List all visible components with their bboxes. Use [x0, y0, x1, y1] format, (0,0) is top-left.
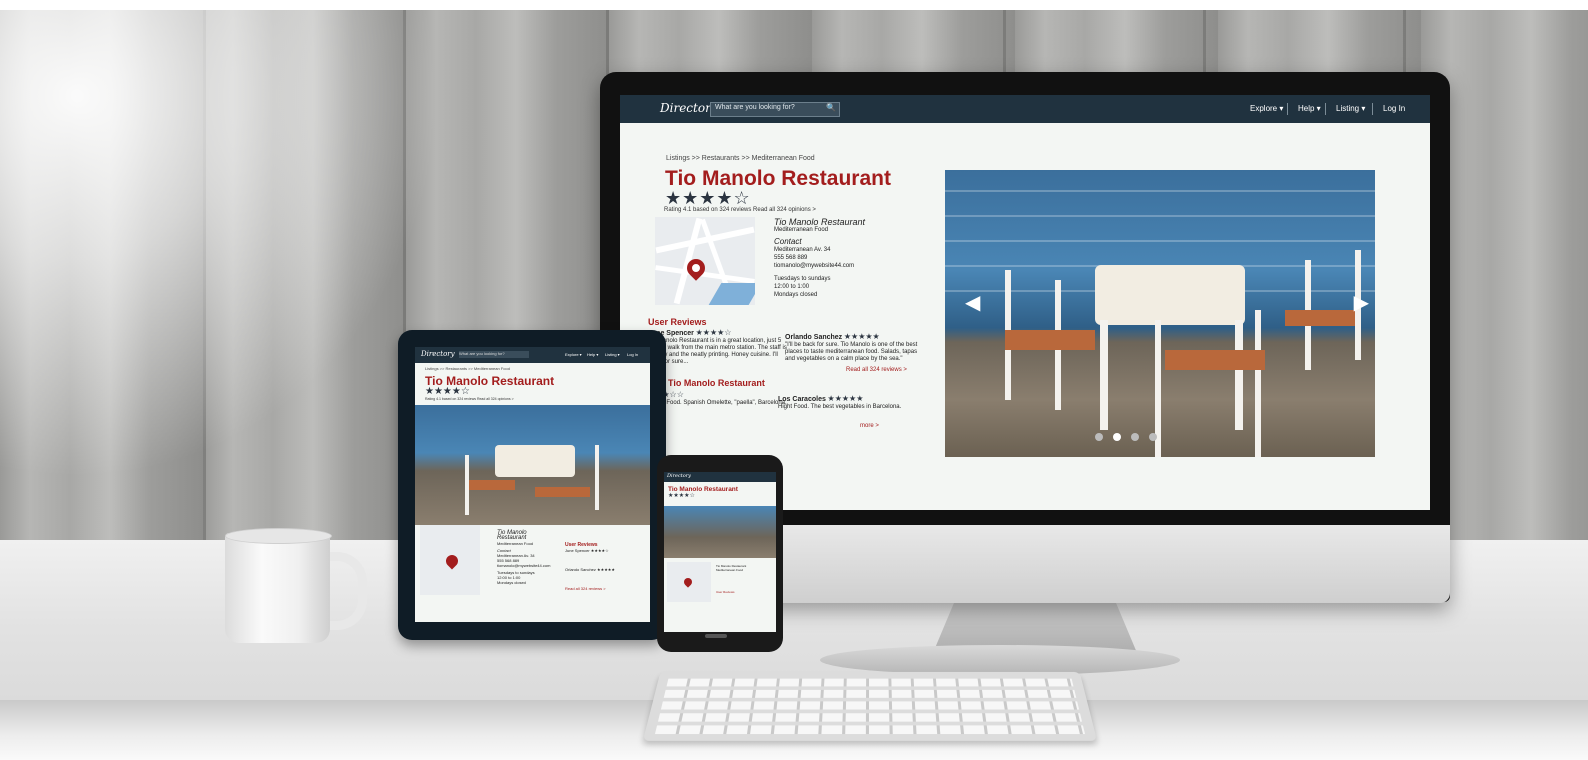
nav-separator: [1372, 103, 1373, 115]
info-address: Mediterranean Av. 34: [774, 247, 831, 253]
workspace-scene: Directory What are you looking for? 🔍 Ex…: [0, 0, 1588, 760]
search-input[interactable]: What are you looking for?: [459, 351, 529, 358]
rating-summary[interactable]: Rating 4.1 based on 324 reviews Read all…: [664, 207, 816, 213]
nav-explore[interactable]: Explore ▾: [1250, 104, 1283, 113]
rating-stars: ★★★★☆: [665, 188, 751, 208]
brand-logo[interactable]: Directory: [660, 101, 718, 115]
nav-separator: [1325, 103, 1326, 115]
monitor-screen: Directory What are you looking for? 🔍 Ex…: [620, 95, 1430, 510]
nav-login[interactable]: Log In: [627, 352, 638, 357]
similar-item[interactable]: ★★★☆☆ anean Food. Spanish Omelette, "pae…: [648, 391, 788, 407]
nav-separator: [1287, 103, 1288, 115]
tablet-reviews: User Reviews June Spencer ★★★★☆ Orlando …: [565, 543, 645, 592]
review-item: June Spencer ★★★★☆ Tio Manolo Restaurant…: [648, 328, 787, 366]
carousel-dots[interactable]: [1095, 428, 1167, 446]
nav-explore[interactable]: Explore ▾: [565, 352, 582, 357]
location-map[interactable]: [655, 217, 755, 305]
nav-listing[interactable]: Listing ▾: [605, 352, 620, 357]
carousel-prev-icon[interactable]: ◀: [965, 290, 980, 315]
mug-rim: [225, 528, 332, 544]
rating-stars: ★★★★☆: [425, 386, 470, 397]
light-glow: [0, 0, 440, 480]
tablet-navbar: Directory What are you looking for? Expl…: [415, 347, 650, 363]
brand-logo[interactable]: Directory: [421, 350, 455, 358]
carousel-next-icon[interactable]: ▶: [1354, 290, 1369, 315]
contact-heading: Contact: [774, 237, 802, 246]
coffee-mug: [225, 533, 330, 643]
navbar: Directory What are you looking for? 🔍 Ex…: [620, 95, 1430, 123]
read-all-reviews-link[interactable]: Read all 324 reviews >: [565, 586, 645, 591]
restaurant-info: Tio Manolo Restaurant Mediterranean Food…: [774, 218, 904, 299]
similar-item[interactable]: Los Caracoles ★★★★★ Hight Food. The best…: [778, 395, 918, 411]
review-item: Orlando Sanchez ★★★★★ "I'll be back for …: [785, 332, 918, 363]
search-placeholder: What are you looking for?: [715, 104, 795, 111]
restaurant-photo[interactable]: [415, 405, 650, 525]
nav-help[interactable]: Help ▾: [1298, 104, 1321, 113]
phone-navbar: Directory: [664, 472, 776, 482]
hours-line-1: Tuesdays to sundays: [774, 276, 831, 282]
restaurant-photo-carousel[interactable]: ◀ ▶: [945, 170, 1375, 457]
brand-logo[interactable]: Directory: [667, 473, 691, 479]
search-input[interactable]: What are you looking for? 🔍: [710, 102, 840, 117]
info-phone: 555 568 889: [774, 255, 808, 261]
restaurant-info: Tio Manolo Restaurant Mediterranean Food…: [716, 564, 747, 594]
info-name: Tio Manolo Restaurant: [774, 217, 865, 227]
info-cuisine: Mediterranean Food: [774, 227, 829, 233]
nav-login[interactable]: Log In: [1383, 104, 1405, 113]
location-map[interactable]: [420, 525, 480, 595]
nav-help[interactable]: Help ▾: [587, 352, 598, 357]
keyboard: [642, 671, 1098, 741]
restaurant-info: Tio Manolo Restaurant Mediterranean Food…: [497, 530, 551, 585]
breadcrumb[interactable]: Listings >> Restaurants >> Mediterranean…: [425, 366, 510, 371]
phone-screen: Directory Tio Manolo Restaurant ★★★★☆ Ti…: [664, 472, 776, 632]
map-pin-icon: [443, 552, 461, 570]
location-map[interactable]: [667, 562, 711, 602]
nav-listing[interactable]: Listing ▾: [1336, 104, 1365, 113]
hours-line-3: Mondays closed: [774, 292, 818, 298]
info-email[interactable]: tiomanolo@mywebsite44.com: [774, 262, 904, 270]
user-reviews-heading: User Reviews: [648, 317, 707, 327]
monitor-base: [820, 645, 1180, 675]
read-all-reviews-link[interactable]: Read all 324 reviews >: [846, 367, 907, 373]
hours-line-2: 12:00 to 1:00: [774, 284, 810, 290]
map-pin-icon: [682, 576, 694, 588]
restaurant-photo[interactable]: [664, 506, 776, 558]
rating-stars: ★★★★☆: [668, 493, 695, 499]
breadcrumb[interactable]: Listings >> Restaurants >> Mediterranean…: [666, 155, 815, 162]
rating-summary[interactable]: Rating 4.1 based on 324 reviews Read all…: [425, 397, 514, 401]
tablet-screen: Directory What are you looking for? Expl…: [415, 347, 650, 622]
search-icon[interactable]: 🔍: [826, 103, 836, 112]
more-link[interactable]: more >: [860, 423, 879, 429]
phone-home-indicator: [705, 634, 727, 638]
